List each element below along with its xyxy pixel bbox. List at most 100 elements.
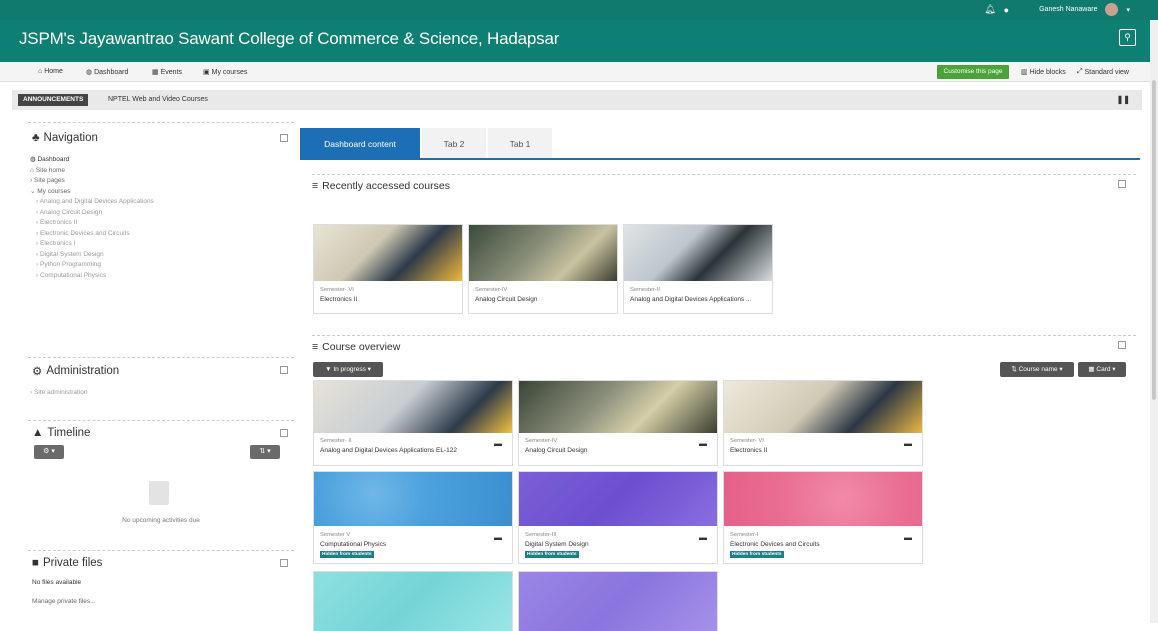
- course-image: [624, 225, 772, 281]
- menu-icon: ≡: [312, 341, 319, 353]
- hide-blocks-button[interactable]: ▥ Hide blocks: [1021, 68, 1066, 77]
- timeline-empty-text: No upcoming activities due: [122, 517, 200, 524]
- calendar-icon: ▦: [152, 69, 159, 76]
- recent-courses-title: ≡ Recently accessed courses: [312, 180, 450, 192]
- recent-course-card[interactable]: Semester-IV Analog Circuit Design: [468, 224, 618, 314]
- navigation-title: ♣ Navigation: [32, 132, 98, 144]
- expand-icon: ⤢: [1077, 68, 1083, 75]
- nav-my-courses[interactable]: ▣ My courses: [203, 68, 247, 77]
- course-image: [469, 225, 617, 281]
- user-name[interactable]: Ganesh Nanaware: [1039, 6, 1097, 13]
- tab-1[interactable]: Tab 1: [488, 128, 552, 160]
- divider: [312, 174, 1136, 175]
- manage-private-files-link[interactable]: Manage private files...: [32, 598, 96, 605]
- nav-tree-site-home[interactable]: ⌂ Site home: [30, 166, 154, 177]
- nav-tree-site-pages[interactable]: › Site pages: [30, 176, 154, 187]
- course-card[interactable]: Semester-III Digital System Design Hidde…: [518, 471, 718, 564]
- course-pattern: [519, 472, 717, 526]
- timeline-block: ▲ Timeline ⚙ ▾ ⇅ ▾ No upcoming activities…: [28, 420, 294, 550]
- course-card[interactable]: Semester-IV Analog Circuit Design ▬: [518, 380, 718, 466]
- nav-course-item[interactable]: › Electronic Devices and Circuits: [36, 229, 154, 240]
- nav-home[interactable]: ⌂ Home: [38, 68, 63, 75]
- more-options-icon[interactable]: ▬: [904, 439, 912, 448]
- grid-icon: ▦: [1088, 366, 1095, 373]
- course-pattern: [314, 572, 512, 631]
- more-options-icon[interactable]: ▬: [699, 533, 707, 542]
- nav-course-item[interactable]: › Computational Physics: [36, 271, 154, 282]
- gears-icon: ⚙: [32, 366, 43, 378]
- course-image: [724, 381, 922, 433]
- collapse-block-icon[interactable]: [280, 429, 288, 437]
- hidden-badge: Hidden from students: [730, 551, 784, 558]
- nav-course-item[interactable]: › Analog and Digital Devices Application…: [36, 197, 154, 208]
- nav-course-item[interactable]: › Electronics II: [36, 218, 154, 229]
- recent-course-card[interactable]: Semester- VI Electronics II: [313, 224, 463, 314]
- avatar[interactable]: [1105, 3, 1119, 16]
- announcement-bar: ANNOUNCEMENTS NPTEL Web and Video Course…: [12, 90, 1142, 110]
- tab-dashboard-content[interactable]: Dashboard content: [300, 128, 420, 160]
- nav-tree-my-courses[interactable]: ⌄ My courses: [30, 187, 154, 198]
- custom-menu-bar: ⌂ Home ◍ Dashboard ▦ Events ▣ My courses Cus…: [0, 62, 1158, 82]
- nav-course-item[interactable]: › Analog Circuit Design: [36, 208, 154, 219]
- course-card[interactable]: Semester- II Analog and Digital Devices …: [313, 380, 513, 466]
- announcement-text[interactable]: NPTEL Web and Video Courses: [108, 96, 208, 103]
- course-filter-dropdown[interactable]: ▼ In progress ▾: [313, 362, 383, 377]
- customise-page-button[interactable]: Customise this page: [937, 65, 1009, 79]
- hidden-badge: Hidden from students: [525, 551, 579, 558]
- nav-course-item[interactable]: › Electronics I: [36, 239, 154, 250]
- admin-tree: › Site administration: [30, 388, 87, 399]
- site-title[interactable]: JSPM's Jayawantrao Sawant College of Com…: [19, 29, 559, 49]
- tab-underline: [300, 158, 1140, 160]
- course-pattern: [724, 472, 922, 526]
- administration-title: ⚙ Administration: [32, 365, 120, 378]
- pause-icon[interactable]: ❚❚: [1117, 95, 1130, 104]
- nav-dashboard[interactable]: ◍ Dashboard: [86, 68, 128, 77]
- scrollbar-thumb[interactable]: [1152, 80, 1156, 400]
- bell-icon[interactable]: 🔔︎: [984, 4, 995, 15]
- chat-icon[interactable]: ●: [1004, 5, 1009, 15]
- navigation-block: ♣ Navigation ◍ Dashboard ⌂ Site home › Si…: [28, 122, 294, 352]
- sort-icon: ⇅: [1011, 366, 1017, 373]
- timeline-sort-button[interactable]: ⇅ ▾: [250, 445, 280, 459]
- site-admin-link[interactable]: › Site administration: [30, 388, 87, 399]
- top-bar: 🔔︎ ● Ganesh Nanaware ▾: [0, 0, 1158, 20]
- divider: [312, 335, 1136, 336]
- collapse-block-icon[interactable]: [280, 366, 288, 374]
- collapse-block-icon[interactable]: [280, 559, 288, 567]
- more-options-icon[interactable]: ▬: [904, 533, 912, 542]
- sitemap-icon: ♣: [32, 132, 40, 144]
- more-options-icon[interactable]: ▬: [494, 533, 502, 542]
- more-options-icon[interactable]: ▬: [494, 439, 502, 448]
- course-pattern: [519, 572, 717, 631]
- user-menu[interactable]: 🔔︎ ● Ganesh Nanaware ▾: [984, 3, 1130, 16]
- nav-events[interactable]: ▦ Events: [152, 68, 182, 77]
- course-card[interactable]: Semester- VI Electronics II ▬: [723, 380, 923, 466]
- standard-view-button[interactable]: ⤢ Standard view: [1077, 68, 1129, 76]
- course-view-dropdown[interactable]: ▦ Card ▾: [1078, 362, 1126, 377]
- nav-course-item[interactable]: › Digital System Design: [36, 250, 154, 261]
- course-card[interactable]: [313, 571, 513, 631]
- private-files-title: ■ Private files: [32, 557, 103, 569]
- course-sort-dropdown[interactable]: ⇅ Course name ▾: [1000, 362, 1074, 377]
- course-pattern: [314, 472, 512, 526]
- timeline-filter-button[interactable]: ⚙ ▾: [34, 445, 64, 459]
- collapse-block-icon[interactable]: [280, 134, 288, 142]
- private-files-block: ■ Private files No files available Manage…: [28, 550, 294, 625]
- search-button[interactable]: ⚲: [1119, 29, 1136, 46]
- course-card[interactable]: Semester-I Electronic Devices and Circui…: [723, 471, 923, 564]
- no-files-text: No files available: [32, 579, 82, 586]
- tab-2[interactable]: Tab 2: [422, 128, 486, 160]
- course-card[interactable]: [518, 571, 718, 631]
- collapse-block-icon[interactable]: [1118, 180, 1126, 188]
- course-card[interactable]: Semester V Computational Physics Hidden …: [313, 471, 513, 564]
- recent-course-card[interactable]: Semester-II Analog and Digital Devices A…: [623, 224, 773, 314]
- caret-down-icon[interactable]: ▾: [1126, 6, 1130, 14]
- empty-calendar-icon: [149, 481, 169, 505]
- course-overview-title: ≡ Course overview: [312, 341, 401, 353]
- hidden-badge: Hidden from students: [320, 551, 374, 558]
- arrow-up-icon: ▲: [32, 427, 44, 439]
- collapse-block-icon[interactable]: [1118, 341, 1126, 349]
- nav-course-item[interactable]: › Python Programming: [36, 260, 154, 271]
- more-options-icon[interactable]: ▬: [699, 439, 707, 448]
- nav-tree-dashboard[interactable]: ◍ Dashboard: [30, 155, 154, 166]
